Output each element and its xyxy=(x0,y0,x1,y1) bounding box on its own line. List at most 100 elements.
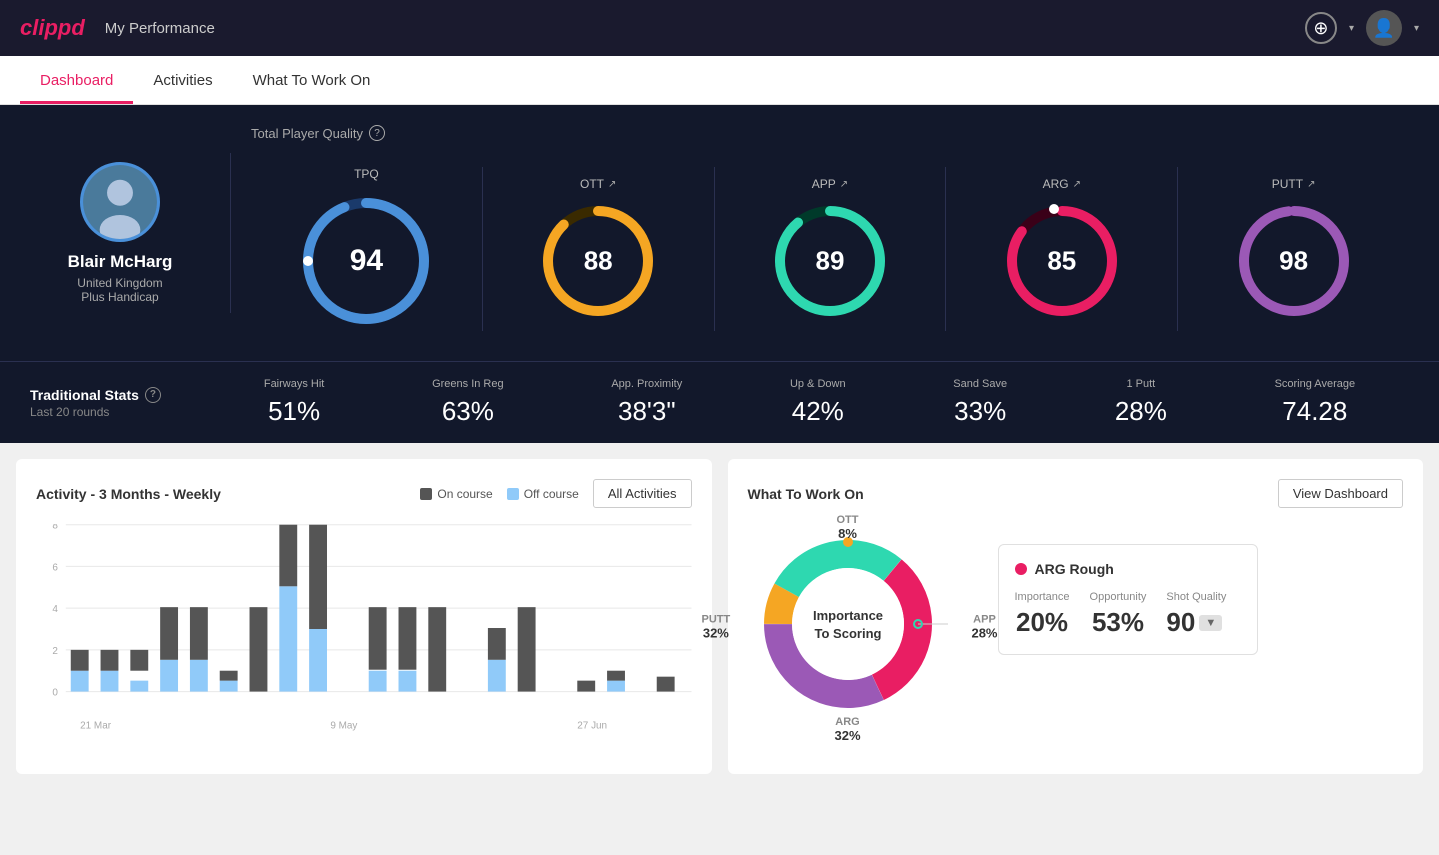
gauge-app: APP ↗ 89 xyxy=(714,167,946,331)
gauge-arg-ring: 85 xyxy=(1002,201,1122,321)
work-content: OTT 8% APP 28% ARG 32% PUTT 32% xyxy=(748,524,1404,729)
gauge-arg-value: 85 xyxy=(1047,246,1076,277)
tab-what-to-work-on[interactable]: What To Work On xyxy=(233,56,391,104)
work-detail-header: ARG Rough xyxy=(1015,561,1241,577)
donut-chart-svg: Importance To Scoring xyxy=(748,524,948,724)
header-title: My Performance xyxy=(105,20,215,37)
gauge-app-label: APP ↗ xyxy=(812,177,848,191)
user-dropdown-arrow: ▾ xyxy=(1414,23,1419,34)
activity-panel: Activity - 3 Months - Weekly On course O… xyxy=(16,459,712,774)
nav-tabs: Dashboard Activities What To Work On xyxy=(0,56,1439,105)
header: clippd My Performance ⊕ ▾ 👤 ▾ xyxy=(0,0,1439,56)
activity-chart-title: Activity - 3 Months - Weekly xyxy=(36,486,221,502)
legend-off-course-dot xyxy=(507,488,519,500)
trad-label: Traditional Stats ? xyxy=(30,387,210,403)
gauge-ott-label: OTT ↗ xyxy=(580,177,616,191)
player-avatar xyxy=(80,162,160,242)
add-button[interactable]: ⊕ xyxy=(1305,12,1337,44)
activity-panel-header: Activity - 3 Months - Weekly On course O… xyxy=(36,479,692,508)
donut-label-app: APP 28% xyxy=(971,613,997,640)
work-detail-dot xyxy=(1015,563,1027,575)
gauges: TPQ 94 OTT ↗ xyxy=(251,157,1409,341)
activity-header-right: On course Off course All Activities xyxy=(420,479,691,508)
work-metrics: Importance 20% Opportunity 53% Shot Qual… xyxy=(1015,591,1241,638)
donut-container: OTT 8% APP 28% ARG 32% PUTT 32% xyxy=(748,524,948,729)
trad-stats-items: Fairways Hit 51% Greens In Reg 63% App. … xyxy=(210,378,1409,427)
legend-on-course-dot xyxy=(420,488,432,500)
trad-stat-sandsave: Sand Save 33% xyxy=(953,378,1007,427)
gauge-app-value: 89 xyxy=(816,246,845,277)
svg-text:6: 6 xyxy=(52,562,58,573)
donut-label-putt: PUTT 32% xyxy=(702,613,731,640)
divider xyxy=(230,153,231,313)
stats-panel: Blair McHarg United Kingdom Plus Handica… xyxy=(0,105,1439,361)
gauge-ott: OTT ↗ 88 xyxy=(482,167,714,331)
tab-activities[interactable]: Activities xyxy=(133,56,232,104)
svg-text:9 May: 9 May xyxy=(330,720,357,731)
logo-text: clippd xyxy=(20,15,85,41)
header-left: clippd My Performance xyxy=(20,15,215,41)
work-metric-shotquality: Shot Quality 90 ▼ xyxy=(1166,591,1226,638)
gauge-arg: ARG ↗ 85 xyxy=(945,167,1177,331)
shot-quality-badge: ▼ xyxy=(1199,615,1222,631)
work-detail-title: ARG Rough xyxy=(1035,561,1114,577)
svg-text:8: 8 xyxy=(52,524,58,532)
trad-stat-scoring: Scoring Average 74.28 xyxy=(1275,378,1356,427)
work-metric-importance: Importance 20% xyxy=(1015,591,1070,638)
player-country: United Kingdom xyxy=(77,276,162,290)
player-section: Blair McHarg United Kingdom Plus Handica… xyxy=(30,162,210,304)
gauge-tpq-value: 94 xyxy=(350,244,383,278)
legend-on-course: On course xyxy=(420,487,492,501)
svg-text:21 Mar: 21 Mar xyxy=(80,720,112,731)
gauge-putt-value: 98 xyxy=(1279,246,1308,277)
svg-text:2: 2 xyxy=(52,646,58,657)
work-panel-header: What To Work On View Dashboard xyxy=(748,479,1404,508)
trad-help-icon[interactable]: ? xyxy=(145,387,161,403)
svg-text:To Scoring: To Scoring xyxy=(814,626,881,641)
gauge-ott-value: 88 xyxy=(584,246,613,277)
svg-text:4: 4 xyxy=(52,604,58,615)
quality-section: Total Player Quality ? TPQ 94 xyxy=(251,125,1409,341)
tab-dashboard[interactable]: Dashboard xyxy=(20,56,133,104)
gauge-arg-label: ARG ↗ xyxy=(1043,177,1081,191)
donut-label-ott: OTT 8% xyxy=(837,514,859,541)
donut-label-arg: ARG 32% xyxy=(834,716,860,743)
logo: clippd xyxy=(20,15,85,41)
svg-text:Importance: Importance xyxy=(812,608,882,623)
header-right: ⊕ ▾ 👤 ▾ xyxy=(1305,10,1419,46)
quality-label: Total Player Quality ? xyxy=(251,125,1409,141)
svg-text:27 Jun: 27 Jun xyxy=(577,720,607,731)
work-detail-box: ARG Rough Importance 20% Opportunity 53%… xyxy=(998,544,1258,655)
gauge-tpq-label: TPQ xyxy=(354,167,379,181)
player-handicap: Plus Handicap xyxy=(81,290,158,304)
add-dropdown-arrow: ▾ xyxy=(1349,23,1354,34)
gauge-app-ring: 89 xyxy=(770,201,890,321)
activity-chart-area: 8 6 4 2 0 xyxy=(36,524,692,754)
gauge-tpq-ring: 94 xyxy=(296,191,436,331)
gauge-tpq: TPQ 94 xyxy=(251,157,482,341)
activity-legend: On course Off course xyxy=(420,487,579,501)
gauge-putt-label: PUTT ↗ xyxy=(1272,177,1316,191)
user-avatar-button[interactable]: 👤 xyxy=(1366,10,1402,46)
activity-chart-svg: 8 6 4 2 0 xyxy=(36,524,692,734)
view-dashboard-button[interactable]: View Dashboard xyxy=(1278,479,1403,508)
trad-stat-gir: Greens In Reg 63% xyxy=(432,378,504,427)
gauge-putt: PUTT ↗ 98 xyxy=(1177,167,1409,331)
bottom-section: Activity - 3 Months - Weekly On course O… xyxy=(0,443,1439,790)
work-panel-title: What To Work On xyxy=(748,486,864,502)
trad-stat-updown: Up & Down 42% xyxy=(790,378,846,427)
trad-stat-proximity: App. Proximity 38'3" xyxy=(611,378,682,427)
trad-stats: Traditional Stats ? Last 20 rounds Fairw… xyxy=(0,361,1439,443)
player-name: Blair McHarg xyxy=(68,252,173,272)
trad-sub: Last 20 rounds xyxy=(30,405,210,419)
work-panel: What To Work On View Dashboard OTT 8% AP… xyxy=(728,459,1424,774)
legend-off-course: Off course xyxy=(507,487,579,501)
work-metric-opportunity: Opportunity 53% xyxy=(1090,591,1147,638)
quality-help-icon[interactable]: ? xyxy=(369,125,385,141)
svg-text:0: 0 xyxy=(52,688,58,699)
trad-stat-fairways: Fairways Hit 51% xyxy=(264,378,325,427)
trad-stat-1putt: 1 Putt 28% xyxy=(1115,378,1167,427)
trad-label-section: Traditional Stats ? Last 20 rounds xyxy=(30,387,210,419)
all-activities-button[interactable]: All Activities xyxy=(593,479,692,508)
gauge-putt-ring: 98 xyxy=(1234,201,1354,321)
